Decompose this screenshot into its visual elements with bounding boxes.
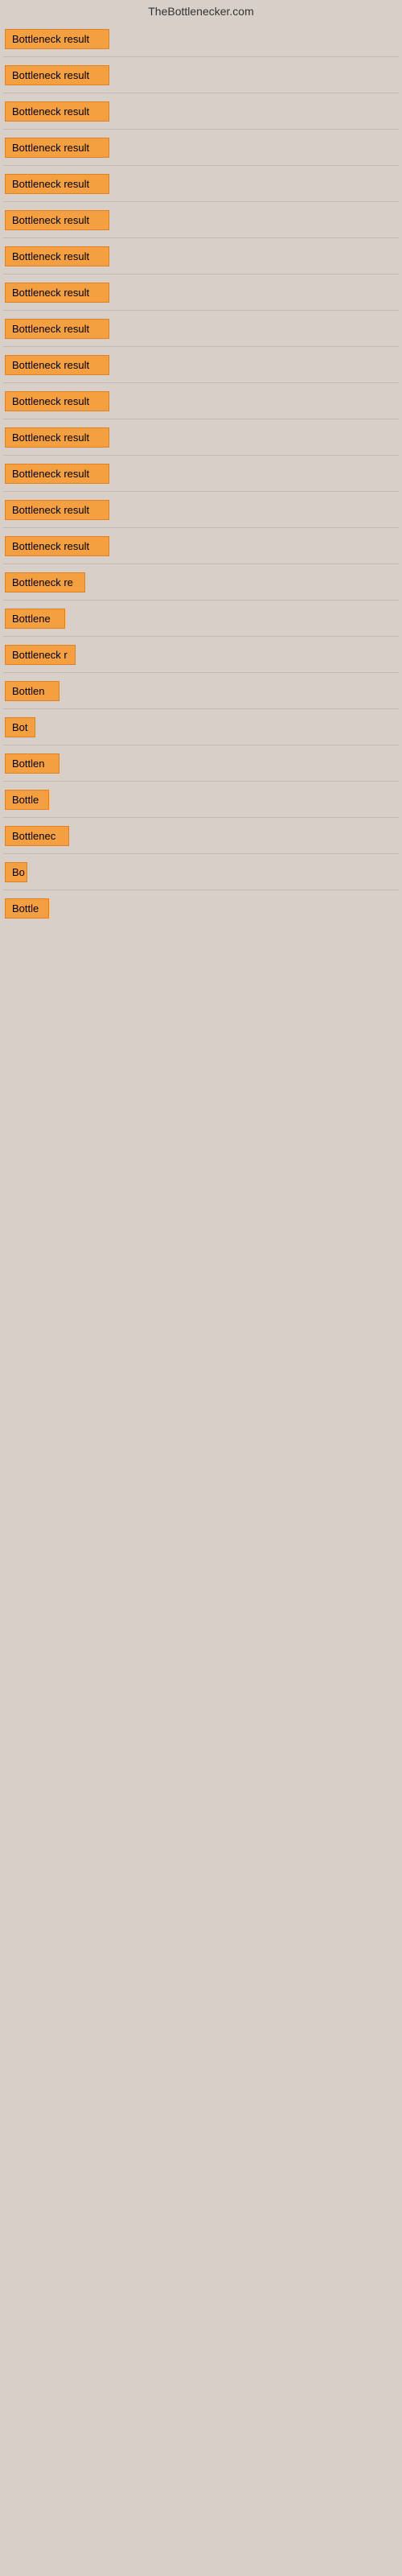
bottleneck-result-badge[interactable]: Bottleneck r xyxy=(5,645,76,665)
bottleneck-row-10: Bottleneck result xyxy=(0,347,402,382)
bottleneck-result-badge[interactable]: Bottlene xyxy=(5,609,65,629)
bottleneck-row-15: Bottleneck result xyxy=(0,528,402,564)
bottleneck-row-9: Bottleneck result xyxy=(0,311,402,346)
bottleneck-row-24: Bo xyxy=(0,854,402,890)
bottleneck-row-1: Bottleneck result xyxy=(0,21,402,56)
bottleneck-result-badge[interactable]: Bottlenec xyxy=(5,826,69,846)
bottleneck-row-2: Bottleneck result xyxy=(0,57,402,93)
bottleneck-result-badge[interactable]: Bottleneck result xyxy=(5,174,109,194)
bottleneck-row-23: Bottlenec xyxy=(0,818,402,853)
bottleneck-row-18: Bottleneck r xyxy=(0,637,402,672)
bottleneck-row-7: Bottleneck result xyxy=(0,238,402,274)
bottleneck-result-badge[interactable]: Bottleneck result xyxy=(5,500,109,520)
bottleneck-result-badge[interactable]: Bottleneck result xyxy=(5,101,109,122)
bottleneck-result-badge[interactable]: Bot xyxy=(5,717,35,737)
bottleneck-result-badge[interactable]: Bottleneck result xyxy=(5,427,109,448)
bottleneck-result-badge[interactable]: Bottleneck result xyxy=(5,210,109,230)
bottleneck-row-4: Bottleneck result xyxy=(0,130,402,165)
bottleneck-result-badge[interactable]: Bottleneck result xyxy=(5,283,109,303)
bottleneck-result-badge[interactable]: Bottleneck result xyxy=(5,65,109,85)
bottleneck-result-badge[interactable]: Bo xyxy=(5,862,27,882)
bottleneck-row-8: Bottleneck result xyxy=(0,275,402,310)
bottleneck-result-badge[interactable]: Bottle xyxy=(5,898,49,919)
bottleneck-result-badge[interactable]: Bottleneck re xyxy=(5,572,85,592)
bottleneck-row-20: Bot xyxy=(0,709,402,745)
bottleneck-result-badge[interactable]: Bottleneck result xyxy=(5,391,109,411)
site-header: TheBottlenecker.com xyxy=(0,0,402,21)
bottleneck-row-5: Bottleneck result xyxy=(0,166,402,201)
bottleneck-result-badge[interactable]: Bottlen xyxy=(5,753,59,774)
bottleneck-row-22: Bottle xyxy=(0,782,402,817)
bottleneck-result-badge[interactable]: Bottleneck result xyxy=(5,138,109,158)
bottleneck-row-16: Bottleneck re xyxy=(0,564,402,600)
bottleneck-row-12: Bottleneck result xyxy=(0,419,402,455)
bottleneck-row-17: Bottlene xyxy=(0,601,402,636)
bottleneck-row-21: Bottlen xyxy=(0,745,402,781)
bottleneck-row-25: Bottle xyxy=(0,890,402,926)
bottleneck-row-13: Bottleneck result xyxy=(0,456,402,491)
bottleneck-result-badge[interactable]: Bottleneck result xyxy=(5,536,109,556)
bottleneck-result-badge[interactable]: Bottleneck result xyxy=(5,355,109,375)
bottleneck-row-11: Bottleneck result xyxy=(0,383,402,419)
bottleneck-result-badge[interactable]: Bottleneck result xyxy=(5,29,109,49)
bottleneck-row-6: Bottleneck result xyxy=(0,202,402,237)
bottleneck-result-badge[interactable]: Bottleneck result xyxy=(5,319,109,339)
bottleneck-result-badge[interactable]: Bottleneck result xyxy=(5,464,109,484)
bottleneck-result-badge[interactable]: Bottle xyxy=(5,790,49,810)
bottleneck-row-3: Bottleneck result xyxy=(0,93,402,129)
bottleneck-row-19: Bottlen xyxy=(0,673,402,708)
bottleneck-result-badge[interactable]: Bottlen xyxy=(5,681,59,701)
site-title: TheBottlenecker.com xyxy=(0,0,402,21)
bottleneck-row-14: Bottleneck result xyxy=(0,492,402,527)
bottleneck-result-badge[interactable]: Bottleneck result xyxy=(5,246,109,266)
